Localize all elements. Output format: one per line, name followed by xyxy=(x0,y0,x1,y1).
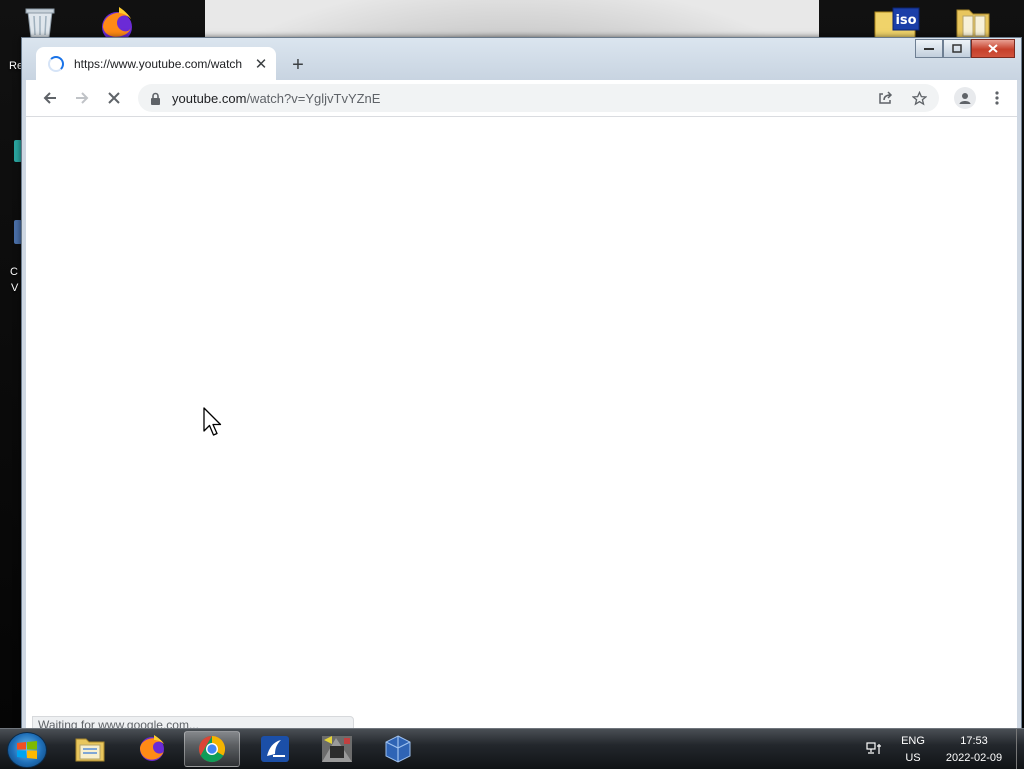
desktop-icon-label: C xyxy=(10,266,18,278)
show-desktop-button[interactable] xyxy=(1016,729,1024,769)
close-button[interactable] xyxy=(971,39,1015,58)
menu-kebab-icon[interactable] xyxy=(983,84,1011,112)
firefox-icon xyxy=(140,735,164,761)
taskbar-setup-app[interactable] xyxy=(247,731,303,767)
share-icon[interactable] xyxy=(871,84,899,112)
chrome-window: https://www.youtube.com/watch ✕ + youtub… xyxy=(21,37,1022,732)
tab-title: https://www.youtube.com/watch xyxy=(74,56,243,71)
tab-close-icon[interactable]: ✕ xyxy=(252,55,270,73)
title-bar[interactable]: https://www.youtube.com/watch ✕ + xyxy=(22,38,1021,80)
firefox-desktop-icon[interactable] xyxy=(95,5,135,42)
url-host: youtube.com xyxy=(172,90,247,106)
page-content[interactable]: Waiting for www.google.com... xyxy=(26,117,1017,732)
mouse-cursor-icon xyxy=(203,407,223,444)
chrome-icon xyxy=(198,735,226,763)
back-button[interactable] xyxy=(36,84,64,112)
window-controls xyxy=(915,39,1015,58)
taskbar: ENG US 17:53 2022-02-09 xyxy=(0,728,1024,769)
virtualbox-icon xyxy=(385,735,411,763)
desktop-icon-label: V xyxy=(11,282,19,294)
url-text: youtube.com/watch?v=YgljvTvYZnE xyxy=(172,91,380,106)
profile-avatar-icon xyxy=(954,87,976,109)
minimize-button[interactable] xyxy=(915,39,943,58)
region-indicator[interactable]: US xyxy=(899,752,927,764)
clock-time[interactable]: 17:53 xyxy=(934,735,1014,747)
language-indicator[interactable]: ENG xyxy=(899,735,927,747)
bookmark-star-icon[interactable] xyxy=(905,84,933,112)
clock-date[interactable]: 2022-02-09 xyxy=(934,752,1014,764)
start-button[interactable] xyxy=(7,732,47,768)
taskbar-game-app[interactable] xyxy=(309,731,365,767)
taskbar-windows-explorer[interactable] xyxy=(62,731,118,767)
url-path: /watch?v=YgljvTvYZnE xyxy=(246,90,381,106)
network-icon[interactable] xyxy=(866,741,884,760)
maximize-button[interactable] xyxy=(943,39,971,58)
windows-explorer-icon xyxy=(75,738,105,762)
profile-button[interactable] xyxy=(951,84,979,112)
browser-toolbar: youtube.com/watch?v=YgljvTvYZnE xyxy=(26,80,1017,117)
lock-icon[interactable] xyxy=(146,92,164,105)
tab-youtube[interactable]: https://www.youtube.com/watch ✕ xyxy=(36,47,276,80)
address-bar[interactable]: youtube.com/watch?v=YgljvTvYZnE xyxy=(138,84,939,112)
new-tab-button[interactable]: + xyxy=(285,52,311,78)
forward-button[interactable] xyxy=(68,84,96,112)
setup-app-icon xyxy=(261,736,289,762)
taskbar-google-chrome[interactable] xyxy=(184,731,240,767)
game-app-icon xyxy=(322,736,352,762)
svg-text:iso: iso xyxy=(895,13,916,28)
loading-spinner-icon xyxy=(48,55,64,72)
stop-loading-button[interactable] xyxy=(100,84,128,112)
taskbar-virtualbox[interactable] xyxy=(370,731,426,767)
taskbar-firefox[interactable] xyxy=(124,731,180,767)
